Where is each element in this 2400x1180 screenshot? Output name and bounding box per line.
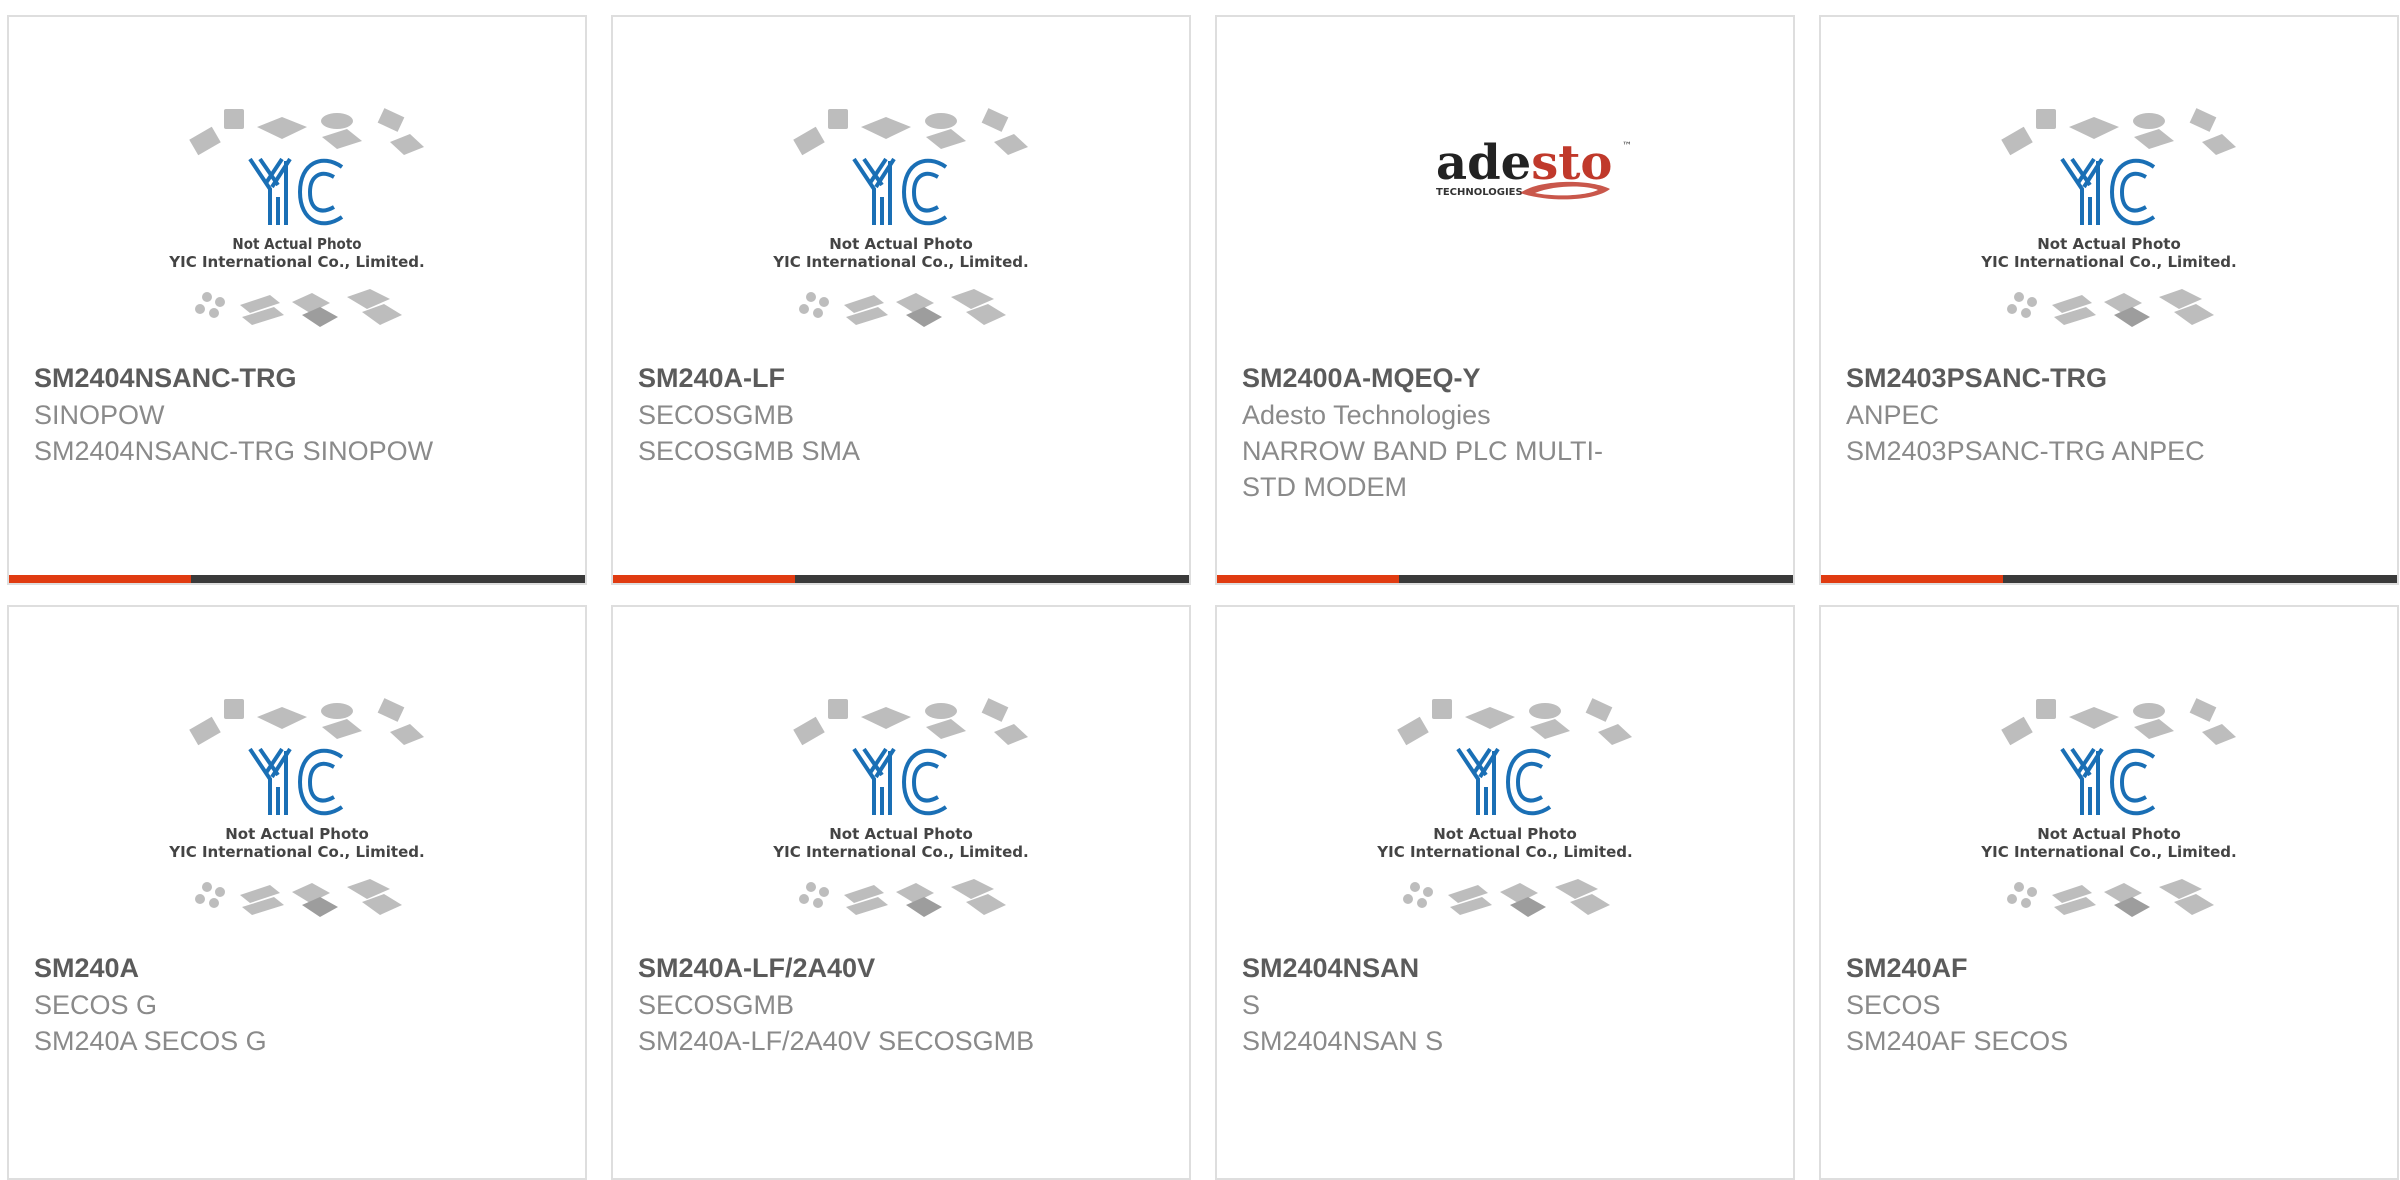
- adesto-logo-a: ade: [1436, 135, 1531, 191]
- chip-placeholder-icon: Not Actual Photo YIC International Co., …: [168, 108, 425, 327]
- card-accent: [613, 575, 795, 583]
- product-card[interactable]: Not Actual Photo YIC International Co., …: [7, 605, 587, 1180]
- product-image-placeholder: Not Actual Photo YIC International Co., …: [9, 687, 585, 957]
- adesto-sub: TECHNOLOGIES: [1436, 187, 1523, 198]
- description: SM240AF SECOS: [1846, 1026, 2069, 1056]
- product-info: SM240AF SECOS SM240AF SECOS: [1846, 949, 2372, 1059]
- product-info: SM240A-LF/2A40V SECOSGMB SM240A-LF/2A40V…: [638, 949, 1164, 1059]
- chip-placeholder-icon: Not Actual Photo YIC International Co., …: [1980, 698, 2237, 917]
- manufacturer: ANPEC: [1846, 400, 1940, 430]
- description: SM2404NSAN S: [1242, 1026, 1444, 1056]
- part-number-link[interactable]: SM240A-LF/2A40V: [638, 949, 1164, 987]
- product-info: SM2404NSAN S SM2404NSAN S: [1242, 949, 1768, 1059]
- card-accent: [1217, 575, 1399, 583]
- card-accent: [1821, 575, 2003, 583]
- product-image-placeholder: Not Actual Photo YIC International Co., …: [613, 97, 1189, 367]
- manufacturer: SINOPOW: [34, 400, 165, 430]
- card-bottom-bar: [1217, 575, 1793, 583]
- placeholder-line1: Not Actual Photo: [1433, 825, 1577, 843]
- product-image-placeholder: Not Actual Photo YIC International Co., …: [613, 687, 1189, 957]
- manufacturer: Adesto Technologies: [1242, 400, 1491, 430]
- description: SM2404NSANC-TRG SINOPOW: [34, 436, 434, 466]
- product-image-adesto: adesto ™ TECHNOLOGIES: [1217, 97, 1793, 367]
- product-card[interactable]: Not Actual Photo YIC International Co., …: [1819, 605, 2399, 1180]
- description: SM240A-LF/2A40V SECOSGMB: [638, 1026, 1035, 1056]
- manufacturer: S: [1242, 990, 1261, 1020]
- placeholder-line1: Not Actual Photo: [2037, 235, 2181, 253]
- part-number-link[interactable]: SM2400A-MQEQ-Y: [1242, 359, 1768, 397]
- placeholder-line2: YIC International Co., Limited.: [1980, 843, 2236, 861]
- part-number-link[interactable]: SM2403PSANC-TRG: [1846, 359, 2372, 397]
- product-info: SM2400A-MQEQ-Y Adesto Technologies NARRO…: [1242, 359, 1768, 505]
- description: SECOSGMB SMA: [638, 436, 861, 466]
- chip-placeholder-icon: Not Actual Photo YIC International Co., …: [168, 698, 425, 917]
- product-image-placeholder: Not Actual Photo YIC International Co., …: [1821, 687, 2397, 957]
- part-number-link[interactable]: SM240A-LF: [638, 359, 1164, 397]
- placeholder-line1: Not Actual Photo: [829, 825, 973, 843]
- placeholder-line2: YIC International Co., Limited.: [772, 253, 1028, 271]
- description: NARROW BAND PLC MULTI-STD MODEM: [1242, 436, 1604, 502]
- product-card[interactable]: Not Actual Photo YIC International Co., …: [1215, 605, 1795, 1180]
- product-image-placeholder: Not Actual Photo YIC International Co., …: [1217, 687, 1793, 957]
- product-card[interactable]: Not Actual Photo YIC International Co., …: [611, 605, 1191, 1180]
- chip-placeholder-icon: Not Actual Photo YIC International Co., …: [772, 698, 1029, 917]
- manufacturer: SECOS: [1846, 990, 1941, 1020]
- product-card[interactable]: Not Actual Photo YIC International Co., …: [611, 15, 1191, 585]
- description: SM240A SECOS G: [34, 1026, 267, 1056]
- adesto-logo-icon: adesto ™ TECHNOLOGIES: [1436, 135, 1632, 200]
- card-bottom-bar: [1821, 575, 2397, 583]
- svg-text:adesto: adesto: [1436, 135, 1612, 191]
- placeholder-line1: Not Actual Photo: [829, 235, 973, 253]
- part-number-link[interactable]: SM240AF: [1846, 949, 2372, 987]
- part-number-link[interactable]: SM2404NSAN: [1242, 949, 1768, 987]
- placeholder-line2: YIC International Co., Limited.: [168, 253, 424, 271]
- product-grid: Not Actual Photo YIC International Co., …: [7, 15, 2399, 1180]
- placeholder-line2: YIC International Co., Limited.: [168, 843, 424, 861]
- placeholder-line1: Not Actual Photo: [232, 235, 361, 253]
- placeholder-line1: Not Actual Photo: [2037, 825, 2181, 843]
- manufacturer: SECOSGMB: [638, 990, 795, 1020]
- chip-placeholder-icon: Not Actual Photo YIC International Co., …: [1376, 698, 1633, 917]
- placeholder-line2: YIC International Co., Limited.: [772, 843, 1028, 861]
- manufacturer: SECOS G: [34, 990, 158, 1020]
- card-accent: [9, 575, 191, 583]
- placeholder-line1: Not Actual Photo: [225, 825, 369, 843]
- placeholder-line2: YIC International Co., Limited.: [1980, 253, 2236, 271]
- chip-placeholder-icon: Not Actual Photo YIC International Co., …: [772, 108, 1029, 327]
- placeholder-line2: YIC International Co., Limited.: [1376, 843, 1632, 861]
- part-number-link[interactable]: SM240A: [34, 949, 560, 987]
- part-number-link[interactable]: SM2404NSANC-TRG: [34, 359, 560, 397]
- product-info: SM240A SECOS G SM240A SECOS G: [34, 949, 560, 1059]
- chip-placeholder-icon: Not Actual Photo YIC International Co., …: [1980, 108, 2237, 327]
- card-bottom-bar: [9, 575, 585, 583]
- product-card[interactable]: Not Actual Photo YIC International Co., …: [7, 15, 587, 585]
- description: SM2403PSANC-TRG ANPEC: [1846, 436, 2205, 466]
- adesto-tm: ™: [1622, 141, 1632, 152]
- product-info: SM2403PSANC-TRG ANPEC SM2403PSANC-TRG AN…: [1846, 359, 2372, 469]
- product-card[interactable]: Not Actual Photo YIC International Co., …: [1819, 15, 2399, 585]
- product-image-placeholder: Not Actual Photo YIC International Co., …: [9, 97, 585, 367]
- card-bottom-bar: [613, 575, 1189, 583]
- product-info: SM2404NSANC-TRG SINOPOW SM2404NSANC-TRG …: [34, 359, 560, 469]
- product-info: SM240A-LF SECOSGMB SECOSGMB SMA: [638, 359, 1164, 469]
- product-image-placeholder: Not Actual Photo YIC International Co., …: [1821, 97, 2397, 367]
- manufacturer: SECOSGMB: [638, 400, 795, 430]
- product-card[interactable]: adesto ™ TECHNOLOGIES SM2400A-MQEQ-Y Ade…: [1215, 15, 1795, 585]
